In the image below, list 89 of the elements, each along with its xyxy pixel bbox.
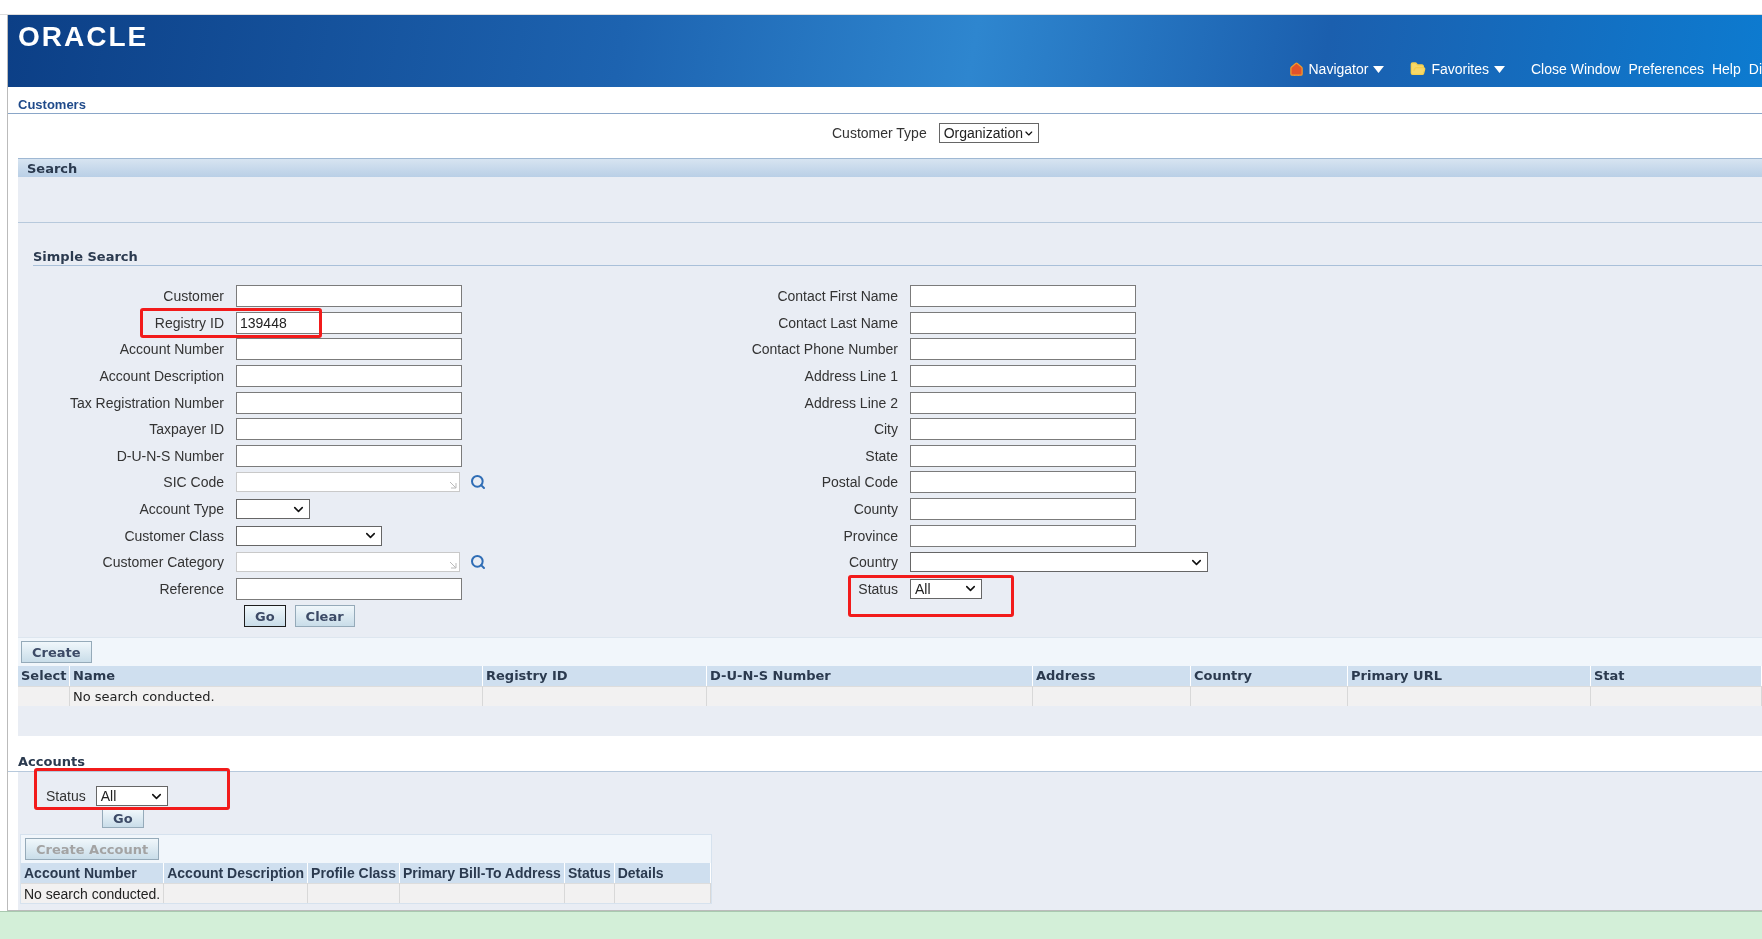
field-label: Address Line 1 bbox=[803, 368, 898, 385]
input-field[interactable] bbox=[236, 285, 462, 308]
page-title: Customers bbox=[8, 87, 1762, 114]
input-field[interactable] bbox=[910, 498, 1136, 521]
menu-button[interactable]: Navigator bbox=[1288, 61, 1385, 77]
input-field[interactable] bbox=[236, 552, 460, 573]
field-label: Contact First Name bbox=[776, 288, 898, 305]
field-label: Reference bbox=[158, 580, 224, 597]
select-field[interactable] bbox=[910, 552, 1208, 573]
field-label: Contact Phone Number bbox=[750, 341, 898, 358]
input-field[interactable] bbox=[910, 391, 1136, 414]
home-icon bbox=[1288, 61, 1304, 77]
field-label: Account Number bbox=[118, 341, 224, 358]
field-label: Postal Code bbox=[820, 474, 898, 491]
input-field[interactable]: 139448 bbox=[236, 311, 462, 334]
column-header: Country bbox=[1191, 666, 1348, 687]
field-label: Account Type bbox=[138, 501, 224, 518]
column-header: Details bbox=[614, 863, 711, 883]
select-field[interactable]: Organization bbox=[938, 123, 1039, 143]
field-label: State bbox=[864, 447, 898, 464]
column-header: Account Description bbox=[164, 863, 309, 883]
field-label: Taxpayer ID bbox=[148, 421, 224, 438]
input-field[interactable] bbox=[236, 365, 462, 388]
column-header: Status bbox=[564, 863, 615, 883]
folder-icon bbox=[1410, 61, 1427, 77]
create-button[interactable]: Create bbox=[21, 641, 92, 664]
field-label: County bbox=[852, 501, 898, 518]
table-cell: No search conducted. bbox=[21, 883, 165, 903]
header-link[interactable]: Close Window bbox=[1531, 61, 1621, 77]
resize-corner-icon bbox=[449, 481, 457, 490]
field-label: Contact Last Name bbox=[777, 314, 898, 331]
section-header: Search bbox=[18, 158, 1762, 177]
input-field[interactable] bbox=[236, 444, 462, 467]
input-field[interactable] bbox=[910, 365, 1136, 388]
input-field[interactable] bbox=[236, 391, 462, 414]
header-link[interactable]: Di bbox=[1748, 61, 1762, 77]
section-subheader: Simple Search bbox=[33, 249, 1762, 266]
select-field[interactable] bbox=[236, 499, 310, 520]
field-label: Registry ID bbox=[153, 314, 224, 331]
input-field[interactable] bbox=[910, 338, 1136, 361]
field-label: Status bbox=[857, 580, 898, 597]
table-cell: No search conducted. bbox=[70, 686, 483, 707]
search-icon[interactable] bbox=[470, 554, 486, 571]
resize-corner-icon bbox=[449, 561, 457, 570]
search-icon[interactable] bbox=[470, 474, 486, 491]
form-button[interactable]: Go bbox=[244, 605, 286, 628]
input-field[interactable] bbox=[910, 285, 1136, 308]
column-header: Profile Class bbox=[308, 863, 400, 883]
menu-button[interactable]: Favorites bbox=[1410, 61, 1505, 77]
form-button[interactable]: Clear bbox=[294, 605, 355, 628]
field-label: D-U-N-S Number bbox=[115, 447, 224, 464]
field-label: Province bbox=[842, 527, 898, 544]
input-field[interactable] bbox=[236, 577, 462, 600]
input-field[interactable] bbox=[910, 471, 1136, 494]
column-header: Name bbox=[70, 666, 483, 687]
input-field[interactable] bbox=[910, 524, 1136, 547]
input-field[interactable] bbox=[910, 311, 1136, 334]
field-label: Customer bbox=[162, 288, 224, 305]
select-field[interactable]: All bbox=[910, 578, 982, 599]
field-label: Tax Registration Number bbox=[68, 394, 224, 411]
column-header: Registry ID bbox=[483, 666, 707, 687]
field-label: Customer Class bbox=[123, 527, 224, 544]
field-label: Status bbox=[46, 788, 86, 804]
column-header: Address bbox=[1033, 666, 1191, 687]
field-label: SIC Code bbox=[162, 474, 224, 491]
column-header: Primary URL bbox=[1348, 666, 1591, 687]
field-label: Account Description bbox=[98, 368, 224, 385]
field-label: City bbox=[872, 421, 898, 438]
input-field[interactable] bbox=[236, 472, 460, 493]
header-link[interactable]: Help bbox=[1711, 61, 1741, 77]
logo: ORACLE bbox=[17, 20, 150, 53]
select-field[interactable] bbox=[236, 525, 382, 546]
input-field[interactable] bbox=[910, 444, 1136, 467]
input-field[interactable] bbox=[236, 338, 462, 361]
input-field[interactable] bbox=[236, 418, 462, 441]
column-header: Account Number bbox=[21, 863, 165, 883]
input-field[interactable] bbox=[910, 418, 1136, 441]
header-link[interactable]: Preferences bbox=[1628, 61, 1704, 77]
caret-icon bbox=[1494, 65, 1505, 73]
column-header: Select bbox=[18, 666, 70, 687]
column-header: Primary Bill-To Address bbox=[399, 863, 565, 883]
field-label: Country bbox=[847, 554, 898, 571]
field-label: Address Line 2 bbox=[803, 394, 898, 411]
field-label: Customer Category bbox=[101, 554, 224, 571]
column-header: D-U-N-S Number bbox=[707, 666, 1033, 687]
select-field[interactable]: All bbox=[95, 786, 168, 806]
caret-icon bbox=[1373, 65, 1385, 73]
field-label: Customer Type bbox=[832, 125, 927, 141]
column-header: Stat bbox=[1591, 666, 1762, 687]
